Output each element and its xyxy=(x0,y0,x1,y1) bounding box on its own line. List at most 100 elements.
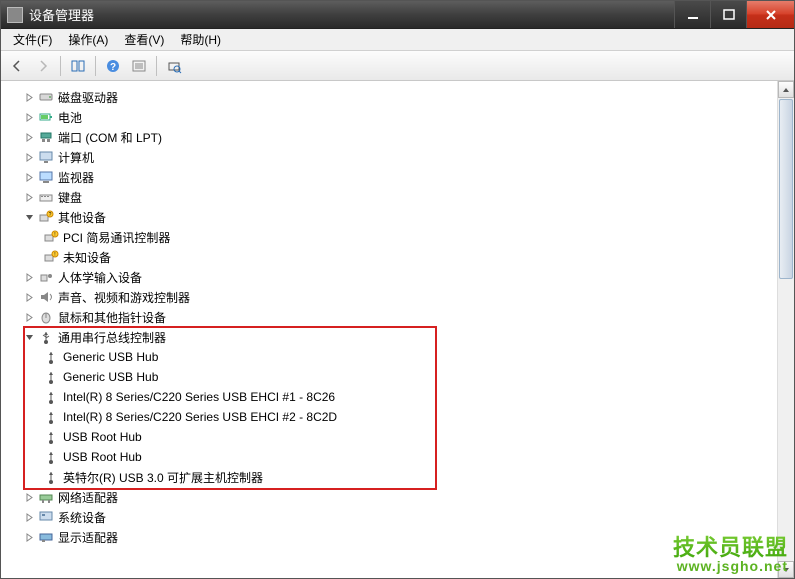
toolbar-separator xyxy=(60,56,61,76)
tree-node-other-child[interactable]: ! PCI 简易通讯控制器 xyxy=(7,227,794,247)
tree-node-usb-child[interactable]: Intel(R) 8 Series/C220 Series USB EHCI #… xyxy=(7,407,794,427)
tree-node-mouse[interactable]: 鼠标和其他指针设备 xyxy=(7,307,794,327)
tree-node-other[interactable]: ? 其他设备 xyxy=(7,207,794,227)
minimize-button[interactable] xyxy=(674,1,710,28)
tree-node-usb-child[interactable]: USB Root Hub xyxy=(7,447,794,467)
usb-controller-icon xyxy=(38,329,54,345)
tree-node-network[interactable]: 网络适配器 xyxy=(7,487,794,507)
tree-node-monitor[interactable]: 监视器 xyxy=(7,167,794,187)
tree-node-keyboard[interactable]: 键盘 xyxy=(7,187,794,207)
node-label: 端口 (COM 和 LPT) xyxy=(58,129,162,146)
collapse-toggle[interactable] xyxy=(23,331,35,343)
node-label: USB Root Hub xyxy=(63,430,142,444)
help-button[interactable]: ? xyxy=(101,54,125,78)
scroll-up-arrow[interactable] xyxy=(778,81,794,98)
tree-node-usb[interactable]: 通用串行总线控制器 xyxy=(7,327,794,347)
tree-node-usb-child[interactable]: Intel(R) 8 Series/C220 Series USB EHCI #… xyxy=(7,387,794,407)
scroll-thumb[interactable] xyxy=(779,99,793,279)
other-devices-icon: ? xyxy=(38,209,54,225)
expand-toggle[interactable] xyxy=(23,491,35,503)
menu-action[interactable]: 操作(A) xyxy=(60,29,116,50)
back-button[interactable] xyxy=(5,54,29,78)
tree-node-usb-child[interactable]: Generic USB Hub xyxy=(7,347,794,367)
usb-device-icon xyxy=(43,369,59,385)
expand-toggle[interactable] xyxy=(23,131,35,143)
node-label: USB Root Hub xyxy=(63,450,142,464)
usb-device-icon xyxy=(43,389,59,405)
app-icon xyxy=(7,7,23,23)
display-adapter-icon xyxy=(38,529,54,545)
usb-device-icon xyxy=(43,349,59,365)
tree-node-hid[interactable]: 人体学输入设备 xyxy=(7,267,794,287)
node-label: 通用串行总线控制器 xyxy=(58,329,166,346)
toolbar-separator xyxy=(156,56,157,76)
expand-toggle[interactable] xyxy=(23,91,35,103)
node-label: 声音、视频和游戏控制器 xyxy=(58,289,190,306)
node-label: Generic USB Hub xyxy=(63,370,158,384)
tree-node-usb-child[interactable]: USB Root Hub xyxy=(7,427,794,447)
usb-device-icon xyxy=(43,429,59,445)
content-area: 磁盘驱动器 电池 端口 (COM 和 LPT) 计算机 监视器 键盘 xyxy=(1,81,794,578)
menu-view[interactable]: 查看(V) xyxy=(116,29,172,50)
node-label: 其他设备 xyxy=(58,209,106,226)
expand-toggle[interactable] xyxy=(23,111,35,123)
scan-hardware-button[interactable] xyxy=(162,54,186,78)
node-label: 人体学输入设备 xyxy=(58,269,142,286)
svg-text:!: ! xyxy=(54,252,55,258)
unknown-device-icon: ! xyxy=(43,249,59,265)
expand-toggle[interactable] xyxy=(23,271,35,283)
window-controls xyxy=(674,1,794,28)
node-label: 系统设备 xyxy=(58,509,106,526)
unknown-device-icon: ! xyxy=(43,229,59,245)
device-tree[interactable]: 磁盘驱动器 电池 端口 (COM 和 LPT) 计算机 监视器 键盘 xyxy=(1,81,794,578)
tree-node-battery[interactable]: 电池 xyxy=(7,107,794,127)
node-label: 鼠标和其他指针设备 xyxy=(58,309,166,326)
disk-icon xyxy=(38,89,54,105)
node-label: 显示适配器 xyxy=(58,529,118,546)
expand-toggle[interactable] xyxy=(23,151,35,163)
node-label: 未知设备 xyxy=(63,249,111,266)
close-button[interactable] xyxy=(746,1,794,28)
system-icon xyxy=(38,509,54,525)
svg-text:?: ? xyxy=(49,212,52,218)
menu-help[interactable]: 帮助(H) xyxy=(172,29,229,50)
tree-node-sound[interactable]: 声音、视频和游戏控制器 xyxy=(7,287,794,307)
tree-node-computer[interactable]: 计算机 xyxy=(7,147,794,167)
svg-text:!: ! xyxy=(54,232,55,238)
vertical-scrollbar[interactable] xyxy=(777,81,794,578)
menubar: 文件(F) 操作(A) 查看(V) 帮助(H) xyxy=(1,29,794,51)
port-icon xyxy=(38,129,54,145)
tree-node-usb-child[interactable]: 英特尔(R) USB 3.0 可扩展主机控制器 xyxy=(7,467,794,487)
expand-toggle[interactable] xyxy=(23,511,35,523)
expand-toggle[interactable] xyxy=(23,531,35,543)
battery-icon xyxy=(38,109,54,125)
collapse-toggle[interactable] xyxy=(23,211,35,223)
tree-node-other-child[interactable]: ! 未知设备 xyxy=(7,247,794,267)
node-label: 计算机 xyxy=(58,149,94,166)
show-hide-console-button[interactable] xyxy=(66,54,90,78)
node-label: 网络适配器 xyxy=(58,489,118,506)
node-label: Generic USB Hub xyxy=(63,350,158,364)
expand-toggle[interactable] xyxy=(23,311,35,323)
usb-device-icon xyxy=(43,409,59,425)
usb-device-icon xyxy=(43,469,59,485)
monitor-icon xyxy=(38,169,54,185)
menu-file[interactable]: 文件(F) xyxy=(5,29,60,50)
node-label: 电池 xyxy=(58,109,82,126)
tree-node-ports[interactable]: 端口 (COM 和 LPT) xyxy=(7,127,794,147)
hid-icon xyxy=(38,269,54,285)
expand-toggle[interactable] xyxy=(23,171,35,183)
mouse-icon xyxy=(38,309,54,325)
node-label: 英特尔(R) USB 3.0 可扩展主机控制器 xyxy=(63,469,263,486)
maximize-button[interactable] xyxy=(710,1,746,28)
tree-node-disk[interactable]: 磁盘驱动器 xyxy=(7,87,794,107)
forward-button[interactable] xyxy=(31,54,55,78)
tree-node-system[interactable]: 系统设备 xyxy=(7,507,794,527)
properties-button[interactable] xyxy=(127,54,151,78)
titlebar: 设备管理器 xyxy=(1,1,794,29)
expand-toggle[interactable] xyxy=(23,191,35,203)
window-title: 设备管理器 xyxy=(29,5,674,24)
expand-toggle[interactable] xyxy=(23,291,35,303)
tree-node-usb-child[interactable]: Generic USB Hub xyxy=(7,367,794,387)
watermark-text-2: www.jsgho.net xyxy=(673,558,788,574)
